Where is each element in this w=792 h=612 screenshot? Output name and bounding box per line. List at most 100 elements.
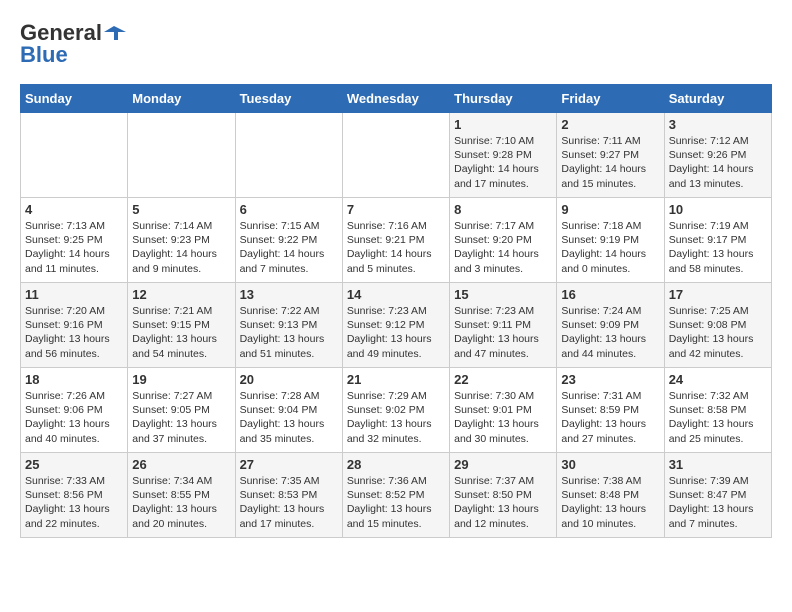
calendar-cell (342, 113, 449, 198)
day-number: 5 (132, 202, 230, 217)
calendar-cell: 21Sunrise: 7:29 AMSunset: 9:02 PMDayligh… (342, 368, 449, 453)
daylight-text: Daylight: 13 hours and 51 minutes. (240, 332, 338, 360)
sunset-text: Sunset: 9:12 PM (347, 318, 445, 332)
cell-content: Sunrise: 7:31 AMSunset: 8:59 PMDaylight:… (561, 389, 659, 446)
sunset-text: Sunset: 9:01 PM (454, 403, 552, 417)
cell-content: Sunrise: 7:34 AMSunset: 8:55 PMDaylight:… (132, 474, 230, 531)
calendar-cell: 15Sunrise: 7:23 AMSunset: 9:11 PMDayligh… (450, 283, 557, 368)
calendar-week-row: 25 Sunrise: 7:33 AMSunset: 8:56 PMDayligh… (21, 453, 772, 538)
calendar-table: SundayMondayTuesdayWednesdayThursdayFrid… (20, 84, 772, 538)
sunset-text: Sunset: 8:58 PM (669, 403, 767, 417)
daylight-text: Daylight: 13 hours and 42 minutes. (669, 332, 767, 360)
sunrise-text: Sunrise: 7:25 AM (669, 304, 767, 318)
sunrise-text: Sunrise: 7:21 AM (132, 304, 230, 318)
daylight-text: Daylight: 13 hours and 7 minutes. (669, 502, 767, 530)
cell-content: Sunrise: 7:38 AMSunset: 8:48 PMDaylight:… (561, 474, 659, 531)
daylight-text: Daylight: 14 hours and 11 minutes. (25, 247, 123, 275)
cell-content: Sunrise: 7:23 AMSunset: 9:12 PMDaylight:… (347, 304, 445, 361)
calendar-cell: 14 Sunrise: 7:23 AMSunset: 9:12 PMDayligh… (342, 283, 449, 368)
daylight-text: Daylight: 13 hours and 40 minutes. (25, 417, 123, 445)
day-number: 31 (669, 457, 767, 472)
sunrise-text: Sunrise: 7:29 AM (347, 389, 445, 403)
daylight-text: Daylight: 13 hours and 32 minutes. (347, 417, 445, 445)
day-number: 28 (347, 457, 445, 472)
calendar-cell: 16Sunrise: 7:24 AMSunset: 9:09 PMDayligh… (557, 283, 664, 368)
sunrise-text: Sunrise: 7:19 AM (669, 219, 767, 233)
sunset-text: Sunset: 8:47 PM (669, 488, 767, 502)
sunrise-text: Sunrise: 7:36 AM (347, 474, 445, 488)
calendar-cell: 7 Sunrise: 7:16 AMSunset: 9:21 PMDaylight… (342, 198, 449, 283)
weekday-header-sunday: Sunday (21, 85, 128, 113)
sunrise-text: Sunrise: 7:14 AM (132, 219, 230, 233)
calendar-week-row: 11Sunrise: 7:20 AMSunset: 9:16 PMDayligh… (21, 283, 772, 368)
calendar-cell: 30Sunrise: 7:38 AMSunset: 8:48 PMDayligh… (557, 453, 664, 538)
daylight-text: Daylight: 14 hours and 5 minutes. (347, 247, 445, 275)
cell-content: Sunrise: 7:24 AMSunset: 9:09 PMDaylight:… (561, 304, 659, 361)
day-number: 10 (669, 202, 767, 217)
calendar-cell: 12Sunrise: 7:21 AMSunset: 9:15 PMDayligh… (128, 283, 235, 368)
cell-content: Sunrise: 7:35 AMSunset: 8:53 PMDaylight:… (240, 474, 338, 531)
day-number: 7 (347, 202, 445, 217)
calendar-cell: 20Sunrise: 7:28 AMSunset: 9:04 PMDayligh… (235, 368, 342, 453)
sunset-text: Sunset: 9:26 PM (669, 148, 767, 162)
sunset-text: Sunset: 9:22 PM (240, 233, 338, 247)
daylight-text: Daylight: 13 hours and 47 minutes. (454, 332, 552, 360)
daylight-text: Daylight: 13 hours and 30 minutes. (454, 417, 552, 445)
cell-content: Sunrise: 7:39 AMSunset: 8:47 PMDaylight:… (669, 474, 767, 531)
daylight-text: Daylight: 13 hours and 35 minutes. (240, 417, 338, 445)
calendar-cell: 5Sunrise: 7:14 AMSunset: 9:23 PMDaylight… (128, 198, 235, 283)
sunset-text: Sunset: 8:52 PM (347, 488, 445, 502)
calendar-cell (235, 113, 342, 198)
calendar-cell: 2Sunrise: 7:11 AMSunset: 9:27 PMDaylight… (557, 113, 664, 198)
cell-content: Sunrise: 7:16 AMSunset: 9:21 PMDaylight:… (347, 219, 445, 276)
sunset-text: Sunset: 9:19 PM (561, 233, 659, 247)
weekday-header-tuesday: Tuesday (235, 85, 342, 113)
sunset-text: Sunset: 8:59 PM (561, 403, 659, 417)
sunrise-text: Sunrise: 7:31 AM (561, 389, 659, 403)
daylight-text: Daylight: 13 hours and 12 minutes. (454, 502, 552, 530)
sunset-text: Sunset: 8:53 PM (240, 488, 338, 502)
daylight-text: Daylight: 14 hours and 3 minutes. (454, 247, 552, 275)
sunset-text: Sunset: 8:50 PM (454, 488, 552, 502)
sunrise-text: Sunrise: 7:10 AM (454, 134, 552, 148)
calendar-cell: 1Sunrise: 7:10 AMSunset: 9:28 PMDaylight… (450, 113, 557, 198)
calendar-cell: 19Sunrise: 7:27 AMSunset: 9:05 PMDayligh… (128, 368, 235, 453)
day-number: 15 (454, 287, 552, 302)
sunrise-text: Sunrise: 7:22 AM (240, 304, 338, 318)
weekday-header-monday: Monday (128, 85, 235, 113)
calendar-week-row: 1Sunrise: 7:10 AMSunset: 9:28 PMDaylight… (21, 113, 772, 198)
cell-content: Sunrise: 7:11 AMSunset: 9:27 PMDaylight:… (561, 134, 659, 191)
sunrise-text: Sunrise: 7:13 AM (25, 219, 123, 233)
day-number: 18 (25, 372, 123, 387)
calendar-cell (21, 113, 128, 198)
day-number: 25 (25, 457, 123, 472)
day-number: 8 (454, 202, 552, 217)
weekday-header-saturday: Saturday (664, 85, 771, 113)
calendar-cell: 25 Sunrise: 7:33 AMSunset: 8:56 PMDayligh… (21, 453, 128, 538)
logo-blue-text: Blue (20, 42, 68, 68)
sunrise-text: Sunrise: 7:32 AM (669, 389, 767, 403)
cell-content: Sunrise: 7:32 AMSunset: 8:58 PMDaylight:… (669, 389, 767, 446)
sunrise-text: Sunrise: 7:15 AM (240, 219, 338, 233)
daylight-text: Daylight: 13 hours and 20 minutes. (132, 502, 230, 530)
sunset-text: Sunset: 9:11 PM (454, 318, 552, 332)
weekday-header-row: SundayMondayTuesdayWednesdayThursdayFrid… (21, 85, 772, 113)
day-number: 14 (347, 287, 445, 302)
day-number: 4 (25, 202, 123, 217)
day-number: 19 (132, 372, 230, 387)
sunrise-text: Sunrise: 7:18 AM (561, 219, 659, 233)
cell-content: Sunrise: 7:33 AMSunset: 8:56 PMDaylight:… (25, 474, 123, 531)
sunrise-text: Sunrise: 7:20 AM (25, 304, 123, 318)
sunset-text: Sunset: 9:13 PM (240, 318, 338, 332)
sunset-text: Sunset: 8:55 PM (132, 488, 230, 502)
daylight-text: Daylight: 13 hours and 10 minutes. (561, 502, 659, 530)
sunset-text: Sunset: 9:23 PM (132, 233, 230, 247)
daylight-text: Daylight: 13 hours and 58 minutes. (669, 247, 767, 275)
day-number: 3 (669, 117, 767, 132)
sunrise-text: Sunrise: 7:23 AM (347, 304, 445, 318)
weekday-header-thursday: Thursday (450, 85, 557, 113)
calendar-cell: 24Sunrise: 7:32 AMSunset: 8:58 PMDayligh… (664, 368, 771, 453)
day-number: 12 (132, 287, 230, 302)
calendar-cell: 18Sunrise: 7:26 AMSunset: 9:06 PMDayligh… (21, 368, 128, 453)
daylight-text: Daylight: 13 hours and 25 minutes. (669, 417, 767, 445)
